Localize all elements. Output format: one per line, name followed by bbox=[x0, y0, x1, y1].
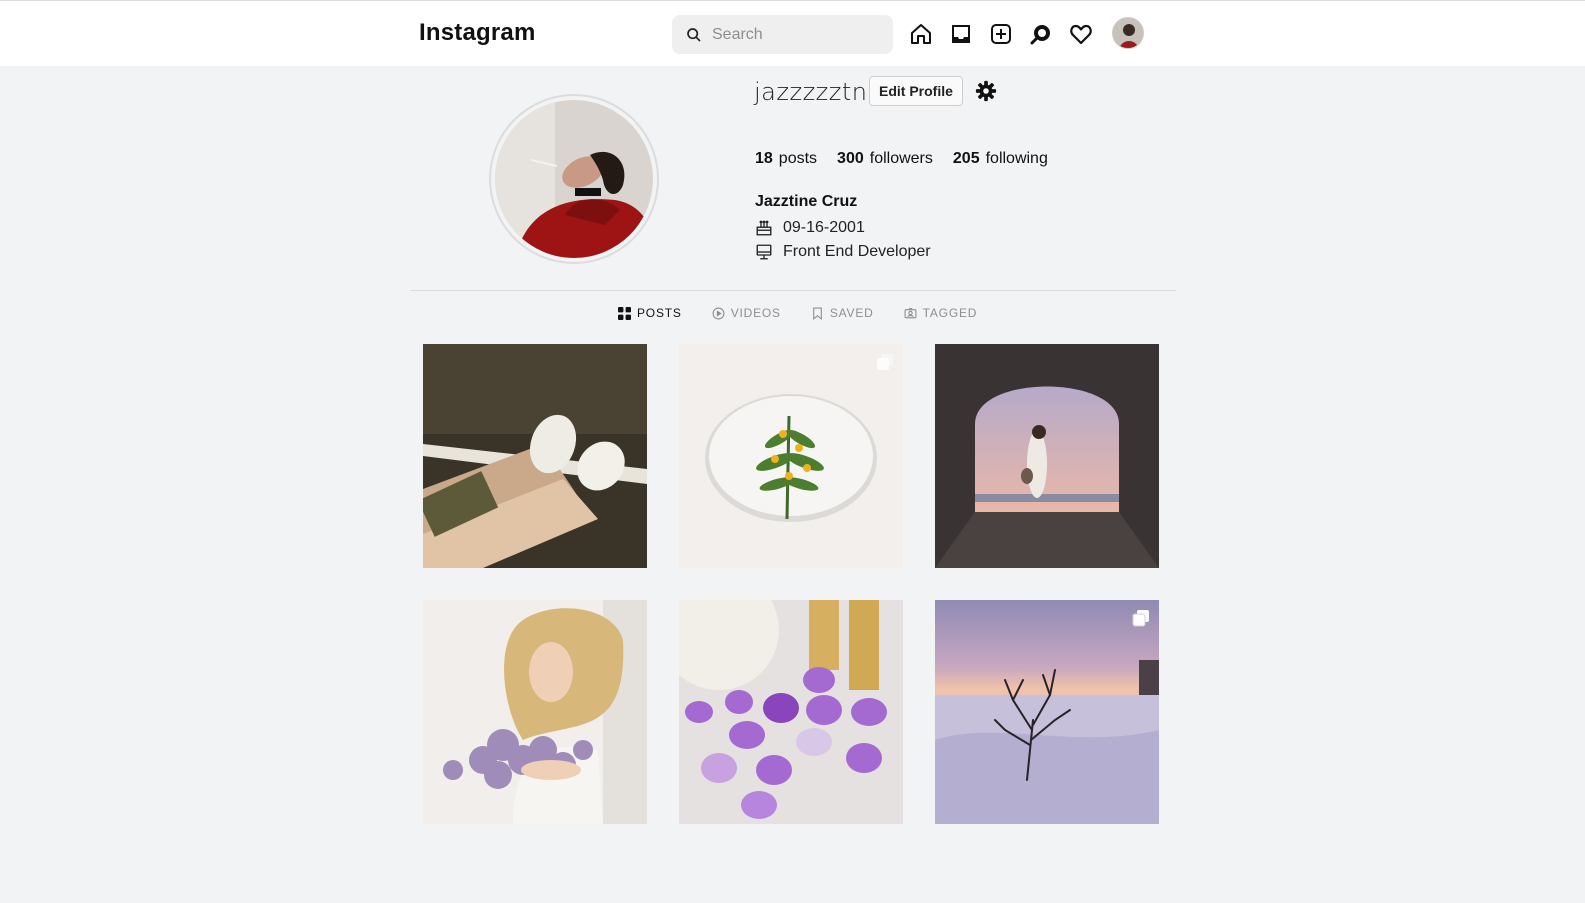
post-image-sneakers bbox=[423, 344, 647, 568]
following-count[interactable]: 205 following bbox=[953, 150, 1048, 168]
section-divider bbox=[410, 290, 1176, 291]
occupation-line: Front End Developer bbox=[755, 243, 931, 261]
profile-avatar-small[interactable] bbox=[1112, 17, 1144, 49]
post-tile-5[interactable] bbox=[679, 600, 903, 824]
search-box[interactable] bbox=[672, 15, 893, 54]
post-image-snow-tree bbox=[935, 600, 1159, 824]
posts-count: 18 posts bbox=[755, 150, 817, 168]
post-image-purple-eggs bbox=[679, 600, 903, 824]
tab-label: POSTS bbox=[637, 306, 682, 320]
followers-count[interactable]: 300 followers bbox=[837, 150, 933, 168]
post-tile-6[interactable] bbox=[935, 600, 1159, 824]
profile-picture[interactable] bbox=[489, 94, 659, 264]
post-image-plate bbox=[679, 344, 903, 568]
tab-label: VIDEOS bbox=[730, 306, 781, 320]
home-icon[interactable] bbox=[908, 21, 934, 47]
settings-gear-icon[interactable] bbox=[975, 80, 997, 102]
bookmark-icon bbox=[813, 307, 822, 320]
stat-label: posts bbox=[778, 150, 818, 167]
multiple-images-icon bbox=[1132, 610, 1149, 627]
cake-icon bbox=[756, 220, 772, 236]
play-icon bbox=[712, 307, 725, 319]
tab-videos[interactable]: VIDEOS bbox=[712, 306, 781, 320]
search-input[interactable] bbox=[712, 25, 882, 44]
post-image-lilac-bouquet bbox=[423, 600, 647, 824]
birthday-text: 09-16-2001 bbox=[783, 219, 865, 236]
top-navigation-bar: Instagram bbox=[0, 0, 1585, 66]
edit-profile-button[interactable]: Edit Profile bbox=[869, 76, 963, 106]
tab-saved[interactable]: SAVED bbox=[811, 306, 874, 320]
profile-photo bbox=[495, 100, 653, 258]
post-tile-3[interactable] bbox=[935, 344, 1159, 568]
grid-icon bbox=[618, 306, 631, 320]
post-tile-1[interactable] bbox=[423, 344, 647, 568]
stat-count: 300 bbox=[837, 150, 864, 167]
brand-logo[interactable]: Instagram bbox=[419, 19, 536, 47]
stat-count: 18 bbox=[755, 150, 773, 167]
tagged-icon bbox=[904, 307, 917, 318]
stat-count: 205 bbox=[952, 150, 980, 167]
profile-username: jazzzzztn bbox=[754, 78, 868, 106]
stat-label: following bbox=[985, 150, 1048, 167]
explore-icon[interactable] bbox=[1028, 21, 1054, 47]
profile-stats: 18 posts 300 followers 205 following bbox=[755, 150, 1068, 168]
multiple-images-icon bbox=[877, 354, 893, 370]
nav-icons bbox=[908, 17, 1144, 49]
tab-posts[interactable]: POSTS bbox=[618, 306, 682, 320]
monitor-icon bbox=[756, 244, 772, 260]
birthday-line: 09-16-2001 bbox=[755, 219, 865, 237]
post-tile-4[interactable] bbox=[423, 600, 647, 824]
post-tile-2[interactable] bbox=[679, 344, 903, 568]
tab-tagged[interactable]: TAGGED bbox=[904, 306, 978, 320]
inbox-icon[interactable] bbox=[948, 21, 974, 47]
profile-tabs: POSTS VIDEOS SAVED TAGGED bbox=[618, 306, 1007, 320]
activity-heart-icon[interactable] bbox=[1068, 21, 1094, 47]
search-icon bbox=[687, 27, 701, 42]
tab-label: TAGGED bbox=[922, 306, 978, 320]
new-post-icon[interactable] bbox=[988, 21, 1014, 47]
occupation-text: Front End Developer bbox=[783, 243, 931, 260]
tab-label: SAVED bbox=[829, 306, 874, 320]
profile-full-name: Jazztine Cruz bbox=[755, 193, 858, 210]
stat-label: followers bbox=[869, 150, 933, 167]
post-image-archway bbox=[935, 344, 1159, 568]
